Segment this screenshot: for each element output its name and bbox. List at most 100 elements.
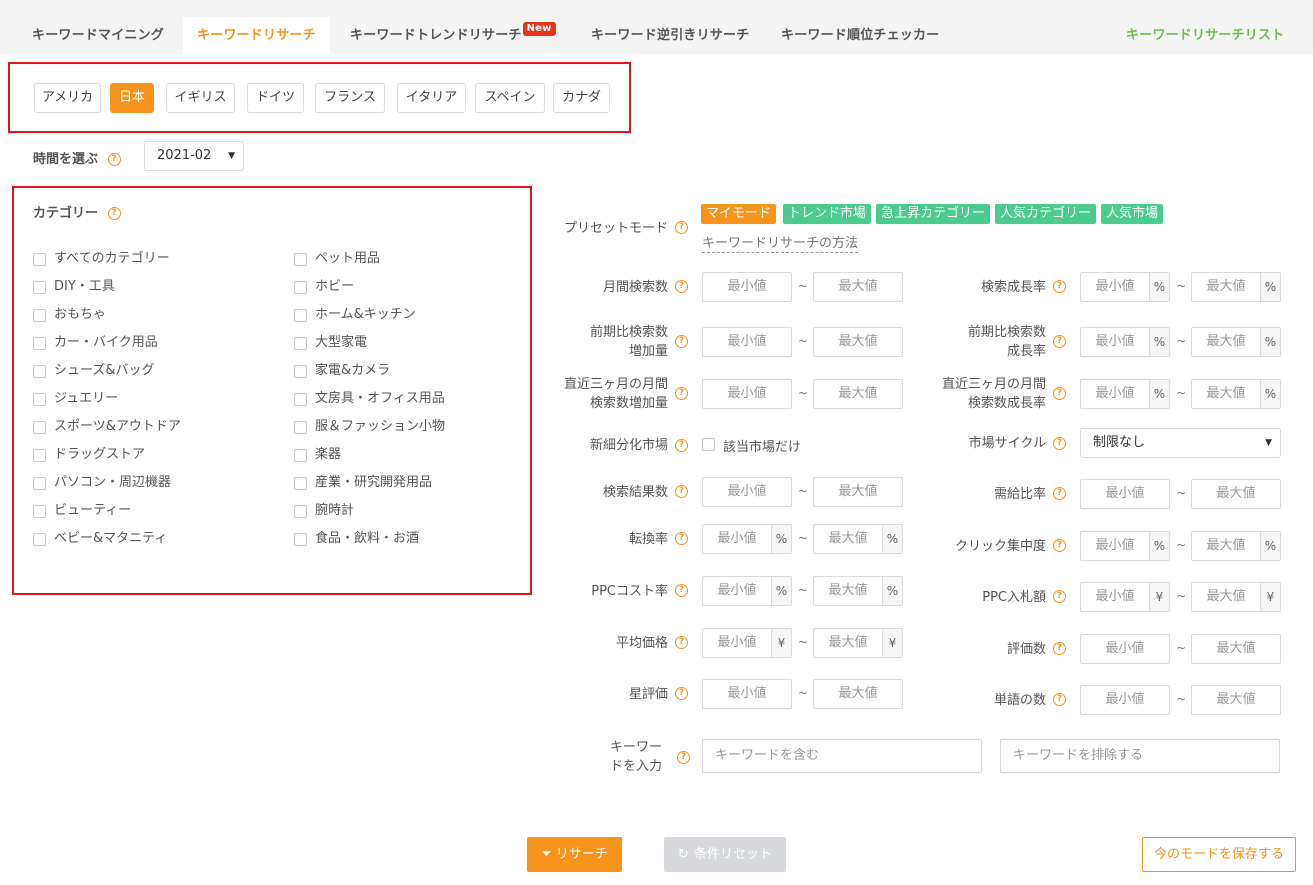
help-icon[interactable]: ? (1053, 539, 1066, 552)
country-button-uk[interactable]: イギリス (166, 83, 235, 113)
help-icon[interactable]: ? (675, 532, 688, 545)
category-checkbox[interactable] (33, 533, 46, 546)
category-label[interactable]: 家電&カメラ (315, 363, 390, 379)
click-concentration-max-input[interactable]: 最大値% (1191, 531, 1281, 561)
category-label[interactable]: おもちゃ (54, 307, 106, 323)
preset-tag-trend-market[interactable]: トレンド市場 (783, 204, 872, 224)
category-label[interactable]: 文房具・オフィス用品 (315, 391, 445, 407)
research-method-link[interactable]: キーワードリサーチの方法 (702, 232, 859, 253)
category-label[interactable]: カー・バイク用品 (54, 335, 158, 351)
recent3-increase-max-input[interactable]: 最大値 (813, 379, 903, 409)
help-icon[interactable]: ? (1053, 642, 1066, 655)
time-select[interactable]: 2021-02 ▼ (144, 141, 244, 171)
country-button-usa[interactable]: アメリカ (34, 83, 101, 113)
prev-increase-min-input[interactable]: 最小値 (702, 327, 792, 357)
keyword-include-input[interactable]: キーワードを含む (702, 739, 982, 773)
country-button-france[interactable]: フランス (315, 83, 385, 113)
category-checkbox[interactable] (294, 449, 307, 462)
category-label[interactable]: 腕時計 (315, 503, 354, 519)
category-checkbox[interactable] (294, 393, 307, 406)
country-button-italy[interactable]: イタリア (397, 83, 466, 113)
avg-price-min-input[interactable]: 最小値 ¥ (702, 628, 792, 658)
research-button[interactable]: ⏷ リサーチ (527, 837, 622, 872)
help-icon[interactable]: ? (1053, 387, 1066, 400)
ppc-bid-max-input[interactable]: 最大値 ¥ (1191, 582, 1281, 612)
category-label[interactable]: ビューティー (54, 503, 131, 519)
category-checkbox[interactable] (294, 309, 307, 322)
tab-keyword-mining[interactable]: キーワードマイニング (32, 17, 164, 54)
category-label[interactable]: ジュエリー (54, 391, 118, 407)
country-button-germany[interactable]: ドイツ (247, 83, 304, 113)
word-count-min-input[interactable]: 最小値 (1080, 685, 1170, 715)
demand-ratio-max-input[interactable]: 最大値 (1191, 479, 1281, 509)
category-checkbox[interactable] (294, 365, 307, 378)
new-segment-checkbox[interactable] (702, 438, 715, 451)
country-button-canada[interactable]: カナダ (553, 83, 610, 113)
category-checkbox[interactable] (33, 281, 46, 294)
category-label[interactable]: シューズ&バッグ (54, 363, 155, 379)
monthly-search-min-input[interactable]: 最小値 (702, 272, 792, 302)
star-rating-min-input[interactable]: 最小値 (702, 679, 792, 709)
category-checkbox[interactable] (294, 533, 307, 546)
category-checkbox[interactable] (294, 505, 307, 518)
category-label[interactable]: 産業・研究開発用品 (315, 475, 432, 491)
category-label[interactable]: DIY・工具 (54, 279, 115, 295)
recent3-increase-min-input[interactable]: 最小値 (702, 379, 792, 409)
category-label[interactable]: パソコン・周辺機器 (54, 475, 171, 491)
reset-button[interactable]: ↻ 条件リセット (664, 837, 786, 872)
help-icon[interactable]: ? (1053, 437, 1066, 450)
help-icon[interactable]: ? (675, 439, 688, 452)
help-icon[interactable]: ? (675, 687, 688, 700)
help-icon[interactable]: ? (675, 636, 688, 649)
preset-tag-rising-category[interactable]: 急上昇カテゴリー (876, 204, 991, 224)
category-checkbox[interactable] (294, 253, 307, 266)
recent3-growth-min-input[interactable]: 最小値% (1080, 379, 1170, 409)
category-checkbox[interactable] (33, 337, 46, 350)
monthly-search-max-input[interactable]: 最大値 (813, 272, 903, 302)
country-button-japan[interactable]: 日本 (110, 83, 154, 113)
search-results-min-input[interactable]: 最小値 (702, 477, 792, 507)
category-checkbox[interactable] (294, 477, 307, 490)
category-checkbox[interactable] (33, 309, 46, 322)
ppc-cost-max-input[interactable]: 最大値% (813, 576, 903, 606)
category-checkbox[interactable] (33, 393, 46, 406)
category-label[interactable]: ホーム&キッチン (315, 307, 416, 323)
tab-keyword-research-list[interactable]: キーワードリサーチリスト (1126, 17, 1284, 54)
category-checkbox[interactable] (33, 477, 46, 490)
review-count-max-input[interactable]: 最大値 (1191, 634, 1281, 664)
category-checkbox[interactable] (33, 365, 46, 378)
category-label[interactable]: ベビー&マタニティ (54, 531, 167, 547)
tab-keyword-research[interactable]: キーワードリサーチ (183, 17, 330, 54)
demand-ratio-min-input[interactable]: 最小値 (1080, 479, 1170, 509)
help-icon[interactable]: ? (1053, 590, 1066, 603)
tab-reverse-keyword-research[interactable]: キーワード逆引きリサーチ (591, 17, 749, 54)
category-label[interactable]: 大型家電 (315, 335, 367, 351)
country-button-spain[interactable]: スペイン (475, 83, 545, 113)
help-icon[interactable]: ? (675, 387, 688, 400)
conversion-max-input[interactable]: 最大値% (813, 524, 903, 554)
prev-growth-min-input[interactable]: 最小値% (1080, 327, 1170, 357)
preset-tag-popular-category[interactable]: 人気カテゴリー (995, 204, 1097, 224)
category-label[interactable]: スポーツ&アウトドア (54, 419, 181, 435)
help-icon[interactable]: ? (675, 335, 688, 348)
search-growth-max-input[interactable]: 最大値% (1191, 272, 1281, 302)
ppc-cost-min-input[interactable]: 最小値% (702, 576, 792, 606)
help-icon[interactable]: ? (675, 280, 688, 293)
category-label[interactable]: 服＆ファッション小物 (315, 419, 445, 435)
category-label[interactable]: すべてのカテゴリー (54, 251, 170, 267)
help-icon[interactable]: ? (107, 153, 121, 166)
help-icon[interactable]: ? (1053, 335, 1066, 348)
recent3-growth-max-input[interactable]: 最大値% (1191, 379, 1281, 409)
keyword-exclude-input[interactable]: キーワードを排除する (1000, 739, 1280, 773)
prev-increase-max-input[interactable]: 最大値 (813, 327, 903, 357)
category-label[interactable]: ペット用品 (315, 251, 380, 267)
prev-growth-max-input[interactable]: 最大値% (1191, 327, 1281, 357)
category-checkbox[interactable] (33, 449, 46, 462)
avg-price-max-input[interactable]: 最大値 ¥ (813, 628, 903, 658)
help-icon[interactable]: ? (675, 485, 688, 498)
help-icon[interactable]: ? (1053, 487, 1066, 500)
tab-keyword-rank-checker[interactable]: キーワード順位チェッカー (781, 17, 939, 54)
help-icon[interactable]: ? (675, 584, 688, 597)
star-rating-max-input[interactable]: 最大値 (813, 679, 903, 709)
category-checkbox[interactable] (33, 421, 46, 434)
